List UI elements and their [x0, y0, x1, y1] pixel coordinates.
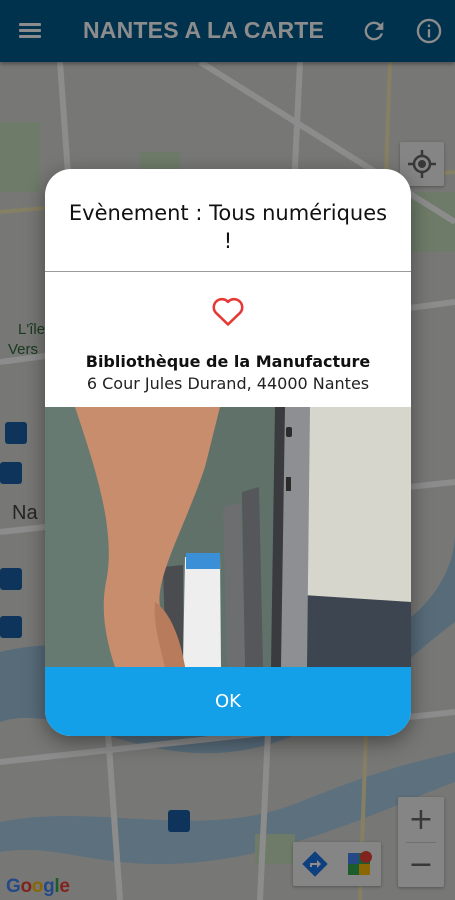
place-address: 6 Cour Jules Durand, 44000 Nantes: [86, 374, 370, 393]
place-name: Bibliothèque de la Manufacture: [85, 352, 371, 371]
heart-outline-icon[interactable]: [211, 295, 245, 327]
event-photo: [45, 407, 411, 667]
ok-button[interactable]: OK: [45, 667, 411, 736]
event-dialog: Evènement : Tous numériques ! Bibliothèq…: [45, 169, 411, 736]
dialog-divider: [45, 271, 411, 272]
dialog-title: Evènement : Tous numériques !: [68, 201, 388, 253]
